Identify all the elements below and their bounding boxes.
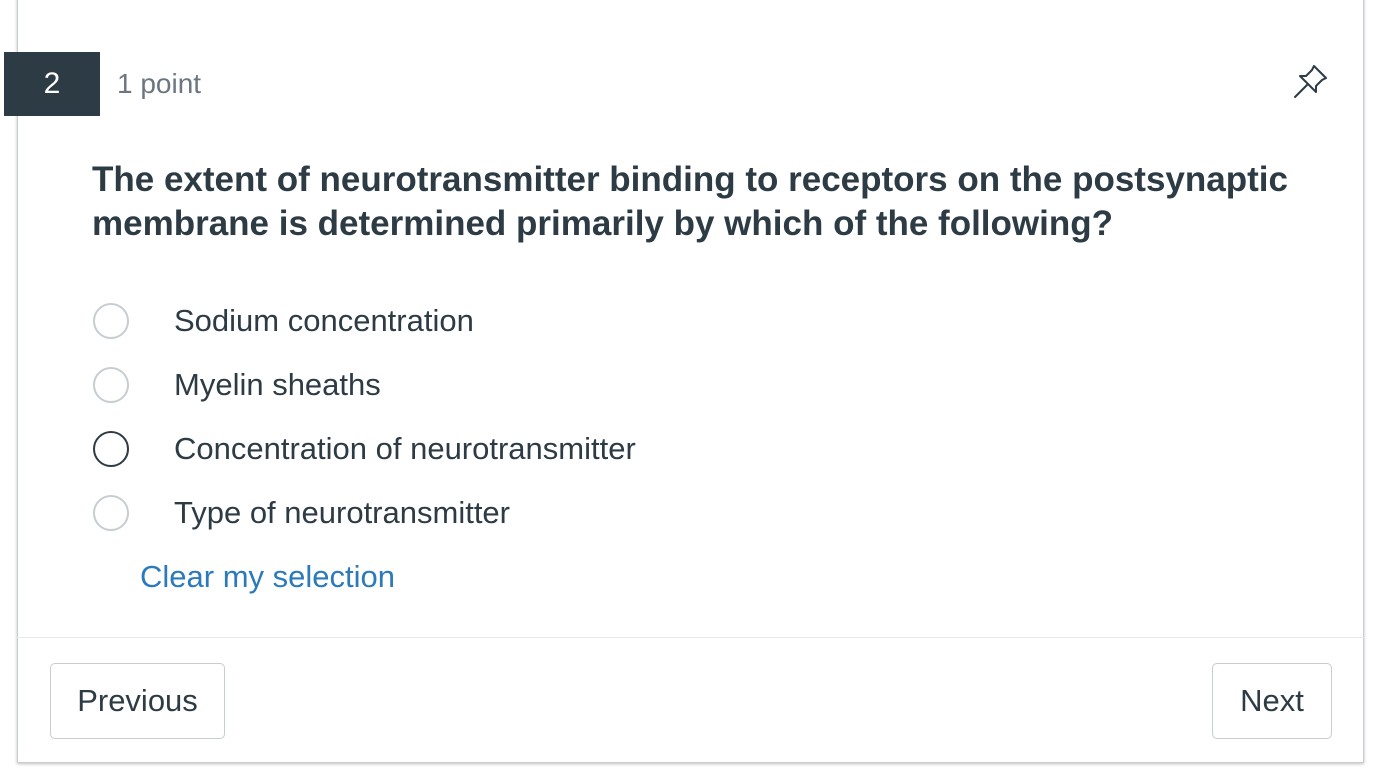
pushpin-icon	[1294, 65, 1327, 98]
question-text: The extent of neurotransmitter binding t…	[92, 160, 1288, 243]
radio-button[interactable]	[93, 367, 129, 403]
answer-option-label: Sodium concentration	[174, 303, 474, 338]
question-points: 1 point	[117, 68, 202, 99]
answer-option-2[interactable]: Myelin sheaths	[93, 364, 381, 406]
answer-option-label: Concentration of neurotransmitter	[174, 431, 636, 466]
radio-button[interactable]	[93, 495, 129, 531]
answer-option-3[interactable]: Concentration of neurotransmitter	[93, 428, 636, 470]
question-number-badge: 2	[4, 52, 100, 116]
answer-option-4[interactable]: Type of neurotransmitter	[93, 492, 510, 534]
previous-button[interactable]: Previous	[50, 663, 225, 739]
pin-question-button[interactable]	[1290, 62, 1330, 102]
clear-selection-link[interactable]: Clear my selection	[140, 556, 395, 598]
footer-divider	[17, 637, 1364, 638]
radio-button[interactable]	[93, 431, 129, 467]
next-button[interactable]: Next	[1212, 663, 1332, 739]
question-number: 2	[43, 67, 61, 100]
answer-option-1[interactable]: Sodium concentration	[93, 300, 474, 342]
radio-button[interactable]	[93, 303, 129, 339]
answer-option-label: Myelin sheaths	[174, 367, 381, 402]
answer-option-label: Type of neurotransmitter	[174, 495, 510, 530]
